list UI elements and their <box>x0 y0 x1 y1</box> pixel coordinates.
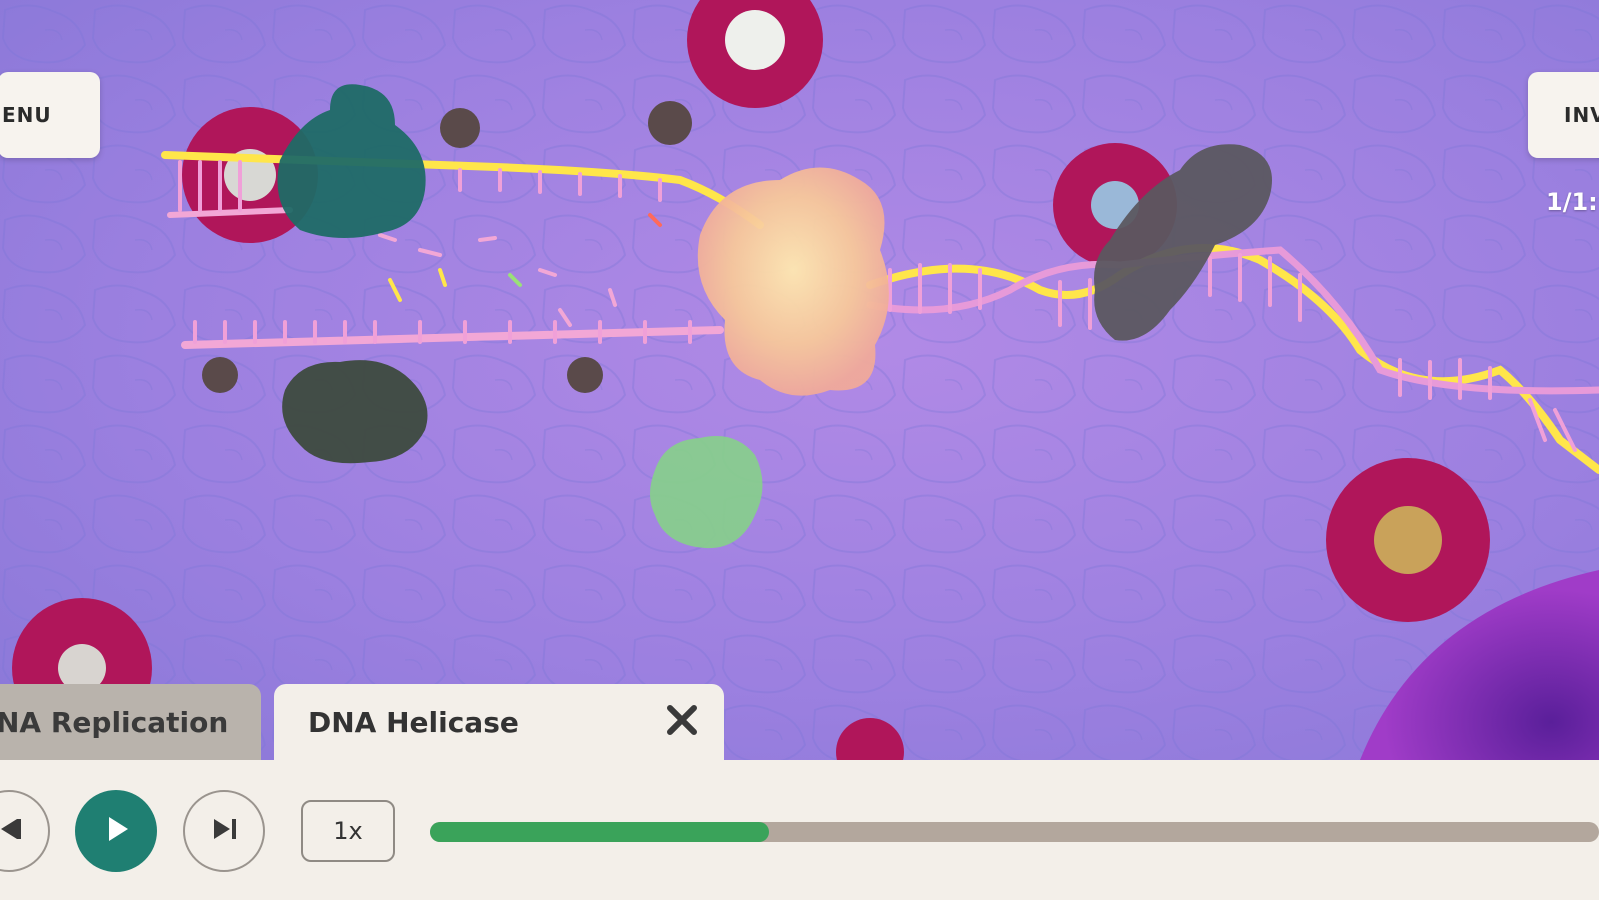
play-button[interactable] <box>75 790 157 872</box>
next-icon <box>204 809 244 853</box>
step-counter: 1/1: <box>1546 188 1598 216</box>
tab-dna-helicase[interactable]: DNA Helicase <box>274 684 724 760</box>
previous-button[interactable] <box>0 790 50 872</box>
molecular-scene <box>0 0 1599 760</box>
play-icon <box>96 809 136 853</box>
inventory-button-label: INV <box>1564 103 1599 127</box>
tab-dna-replication[interactable]: NA Replication <box>0 684 261 760</box>
speed-button[interactable]: 1x <box>301 800 395 862</box>
inventory-button[interactable]: INV <box>1528 72 1599 158</box>
prev-icon <box>0 809 29 853</box>
progress-track[interactable] <box>430 822 1599 842</box>
progress-fill <box>430 822 769 842</box>
playback-controls: 1x <box>0 760 1599 900</box>
next-button[interactable] <box>183 790 265 872</box>
tab-label: NA Replication <box>0 705 229 739</box>
menu-button[interactable]: ENU <box>0 72 100 158</box>
nuclear-pore <box>1326 458 1490 622</box>
tab-label: DNA Helicase <box>308 705 519 739</box>
close-icon[interactable] <box>662 700 702 740</box>
menu-button-label: ENU <box>2 103 52 127</box>
polymerase-dark <box>282 360 428 464</box>
